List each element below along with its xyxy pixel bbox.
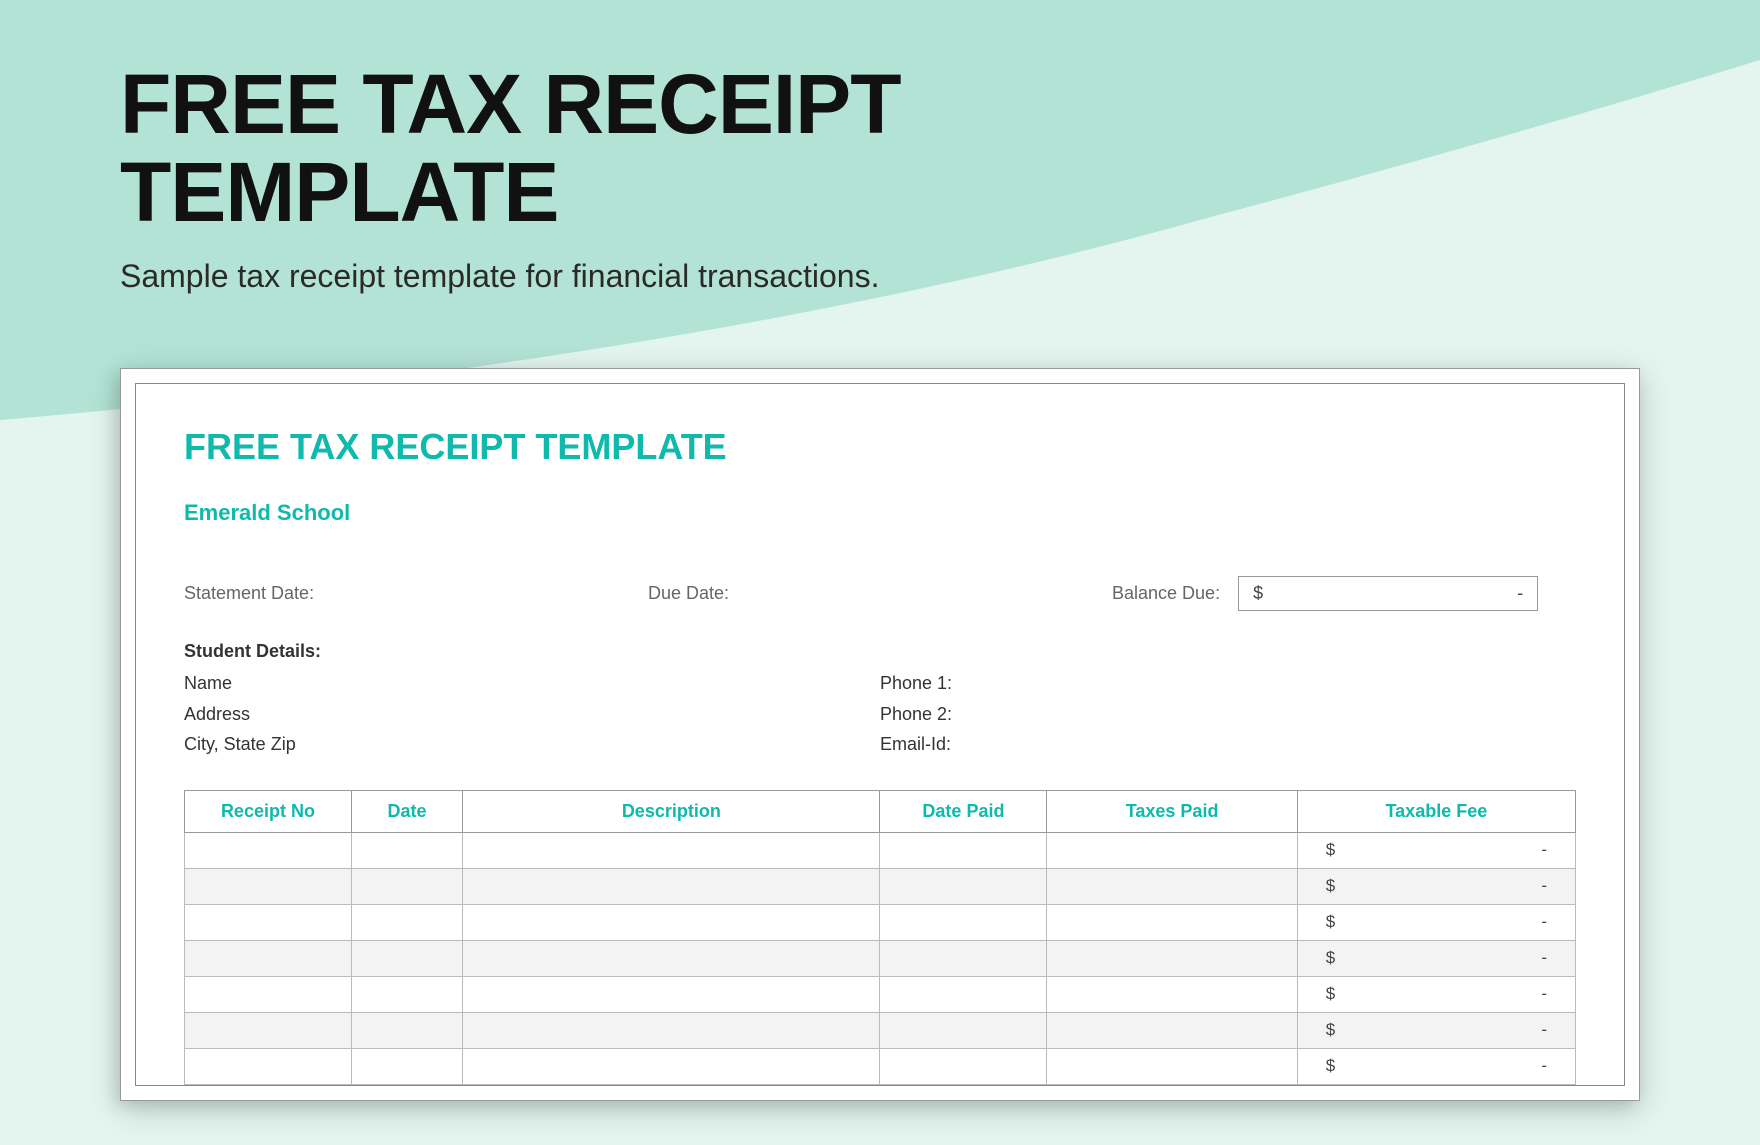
th-taxable-fee: Taxable Fee bbox=[1297, 790, 1575, 832]
fee-value: - bbox=[1541, 876, 1547, 896]
table-cell bbox=[351, 868, 462, 904]
title-line-1: FREE TAX RECEIPT bbox=[120, 57, 901, 151]
table-cell bbox=[463, 976, 880, 1012]
table-cell bbox=[880, 940, 1047, 976]
table-row: $- bbox=[185, 976, 1576, 1012]
main-title: FREE TAX RECEIPT TEMPLATE bbox=[120, 60, 1640, 236]
statement-date-label: Statement Date: bbox=[184, 583, 648, 604]
table-cell bbox=[880, 976, 1047, 1012]
table-cell bbox=[463, 832, 880, 868]
table-cell bbox=[185, 1012, 352, 1048]
table-cell bbox=[463, 868, 880, 904]
table-row: $- bbox=[185, 904, 1576, 940]
balance-due-group: Balance Due: $ - bbox=[1112, 576, 1576, 611]
fee-value: - bbox=[1541, 1056, 1547, 1076]
table-cell bbox=[1047, 832, 1297, 868]
student-details-grid: Name Address City, State Zip Phone 1: Ph… bbox=[184, 668, 1576, 760]
details-col-right: Phone 1: Phone 2: Email-Id: bbox=[880, 668, 1576, 760]
phone1-label: Phone 1: bbox=[880, 668, 1576, 699]
taxable-fee-cell: $- bbox=[1297, 940, 1575, 976]
table-cell bbox=[1047, 940, 1297, 976]
table-cell bbox=[185, 976, 352, 1012]
fee-value: - bbox=[1541, 1020, 1547, 1040]
balance-due-box: $ - bbox=[1238, 576, 1538, 611]
table-cell bbox=[185, 1048, 352, 1084]
table-cell bbox=[880, 1048, 1047, 1084]
table-cell bbox=[185, 832, 352, 868]
th-taxes-paid: Taxes Paid bbox=[1047, 790, 1297, 832]
balance-currency: $ bbox=[1253, 583, 1263, 604]
city-state-zip-label: City, State Zip bbox=[184, 729, 880, 760]
taxable-fee-cell: $- bbox=[1297, 904, 1575, 940]
table-cell bbox=[463, 940, 880, 976]
table-cell bbox=[880, 832, 1047, 868]
th-receipt-no: Receipt No bbox=[185, 790, 352, 832]
school-name: Emerald School bbox=[184, 500, 1576, 526]
fee-currency: $ bbox=[1326, 876, 1335, 896]
table-cell bbox=[880, 868, 1047, 904]
fee-value: - bbox=[1541, 948, 1547, 968]
subtitle: Sample tax receipt template for financia… bbox=[120, 256, 1020, 298]
title-line-2: TEMPLATE bbox=[120, 145, 558, 239]
document-title: FREE TAX RECEIPT TEMPLATE bbox=[184, 426, 1576, 468]
table-cell bbox=[463, 904, 880, 940]
table-cell bbox=[463, 1048, 880, 1084]
table-cell bbox=[351, 904, 462, 940]
table-row: $- bbox=[185, 832, 1576, 868]
table-cell bbox=[185, 940, 352, 976]
fee-currency: $ bbox=[1326, 840, 1335, 860]
details-col-left: Name Address City, State Zip bbox=[184, 668, 880, 760]
email-label: Email-Id: bbox=[880, 729, 1576, 760]
fee-value: - bbox=[1541, 912, 1547, 932]
balance-value: - bbox=[1517, 583, 1523, 604]
taxable-fee-cell: $- bbox=[1297, 976, 1575, 1012]
table-cell bbox=[351, 832, 462, 868]
address-label: Address bbox=[184, 699, 880, 730]
name-label: Name bbox=[184, 668, 880, 699]
th-description: Description bbox=[463, 790, 880, 832]
fee-currency: $ bbox=[1326, 1020, 1335, 1040]
table-cell bbox=[1047, 1048, 1297, 1084]
th-date-paid: Date Paid bbox=[880, 790, 1047, 832]
table-row: $- bbox=[185, 868, 1576, 904]
table-cell bbox=[351, 1048, 462, 1084]
table-header-row: Receipt No Date Description Date Paid Ta… bbox=[185, 790, 1576, 832]
document-inner: FREE TAX RECEIPT TEMPLATE Emerald School… bbox=[135, 383, 1625, 1086]
due-date-label: Due Date: bbox=[648, 583, 1112, 604]
balance-due-label: Balance Due: bbox=[1112, 583, 1220, 604]
table-cell bbox=[1047, 1012, 1297, 1048]
taxable-fee-cell: $- bbox=[1297, 1012, 1575, 1048]
taxable-fee-cell: $- bbox=[1297, 1048, 1575, 1084]
fee-value: - bbox=[1541, 840, 1547, 860]
table-cell bbox=[351, 940, 462, 976]
table-cell bbox=[1047, 904, 1297, 940]
th-date: Date bbox=[351, 790, 462, 832]
table-cell bbox=[351, 1012, 462, 1048]
table-cell bbox=[1047, 976, 1297, 1012]
table-cell bbox=[351, 976, 462, 1012]
table-cell bbox=[185, 868, 352, 904]
table-row: $- bbox=[185, 1048, 1576, 1084]
promo-header: FREE TAX RECEIPT TEMPLATE Sample tax rec… bbox=[0, 0, 1760, 338]
fee-currency: $ bbox=[1326, 912, 1335, 932]
student-details-heading: Student Details: bbox=[184, 641, 1576, 662]
document-preview: FREE TAX RECEIPT TEMPLATE Emerald School… bbox=[120, 368, 1640, 1101]
fee-currency: $ bbox=[1326, 948, 1335, 968]
receipt-table: Receipt No Date Description Date Paid Ta… bbox=[184, 790, 1576, 1085]
fee-currency: $ bbox=[1326, 984, 1335, 1004]
table-row: $- bbox=[185, 940, 1576, 976]
statement-info-row: Statement Date: Due Date: Balance Due: $… bbox=[184, 576, 1576, 611]
table-cell bbox=[185, 904, 352, 940]
table-row: $- bbox=[185, 1012, 1576, 1048]
phone2-label: Phone 2: bbox=[880, 699, 1576, 730]
fee-value: - bbox=[1541, 984, 1547, 1004]
table-cell bbox=[1047, 868, 1297, 904]
table-cell bbox=[880, 904, 1047, 940]
fee-currency: $ bbox=[1326, 1056, 1335, 1076]
table-cell bbox=[463, 1012, 880, 1048]
table-cell bbox=[880, 1012, 1047, 1048]
taxable-fee-cell: $- bbox=[1297, 868, 1575, 904]
taxable-fee-cell: $- bbox=[1297, 832, 1575, 868]
